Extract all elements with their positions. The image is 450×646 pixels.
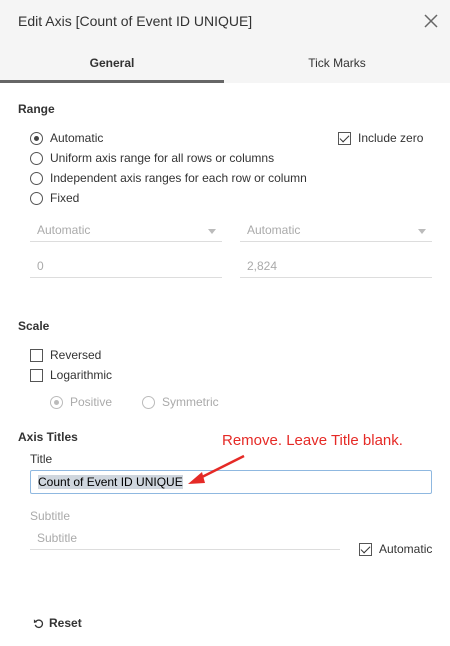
include-zero-label: Include zero: [358, 131, 424, 145]
subtitle-placeholder: Subtitle: [37, 531, 78, 545]
subtitle-automatic-label: Automatic: [379, 542, 433, 556]
range-start-value: 0: [37, 259, 44, 273]
checkbox-icon[interactable]: [338, 131, 351, 145]
range-uniform-label: Uniform axis range for all rows or colum…: [50, 151, 275, 165]
positive-option[interactable]: Positive: [50, 395, 112, 409]
subtitle-label: Subtitle: [30, 509, 71, 523]
range-end-input[interactable]: 2,824: [240, 256, 432, 278]
logarithmic-checkbox[interactable]: Logarithmic: [30, 368, 112, 382]
symmetric-option[interactable]: Symmetric: [142, 395, 219, 409]
dialog-header: Edit Axis [Count of Event ID UNIQUE]: [0, 0, 450, 44]
positive-label: Positive: [70, 395, 113, 409]
radio-icon[interactable]: [30, 191, 43, 205]
axis-titles-heading: Axis Titles: [18, 430, 78, 444]
radio-icon[interactable]: [30, 151, 43, 165]
reset-button[interactable]: Reset: [33, 616, 82, 630]
subtitle-automatic-checkbox[interactable]: Automatic: [359, 542, 432, 556]
range-fixed-option[interactable]: Fixed: [30, 191, 79, 205]
reversed-checkbox[interactable]: Reversed: [30, 348, 101, 362]
radio-icon[interactable]: [142, 395, 155, 409]
range-end-dropdown[interactable]: Automatic: [240, 220, 432, 242]
range-start-dropdown-value: Automatic: [37, 223, 91, 237]
include-zero-checkbox[interactable]: Include zero: [338, 131, 423, 145]
range-start-input[interactable]: 0: [30, 256, 222, 278]
radio-icon[interactable]: [30, 171, 43, 185]
subtitle-input[interactable]: Subtitle: [30, 528, 340, 550]
range-independent-label: Independent axis ranges for each row or …: [50, 171, 307, 185]
tab-general[interactable]: General: [0, 44, 224, 83]
reversed-label: Reversed: [50, 348, 102, 362]
annotation-arrow: [188, 454, 245, 484]
annotation-text: Remove. Leave Title blank.: [222, 432, 403, 449]
dialog-title: Edit Axis [Count of Event ID UNIQUE]: [18, 13, 253, 29]
range-fixed-label: Fixed: [50, 191, 80, 205]
tab-bar: General Tick Marks: [0, 44, 450, 83]
range-end-dropdown-value: Automatic: [247, 223, 301, 237]
chevron-down-icon: [208, 229, 216, 234]
checkbox-icon[interactable]: [30, 368, 43, 382]
reset-icon: [33, 618, 44, 628]
scale-heading: Scale: [18, 319, 50, 333]
title-input-value: Count of Event ID UNIQUE: [38, 475, 183, 489]
reset-label: Reset: [49, 616, 82, 630]
tab-tick-marks[interactable]: Tick Marks: [224, 44, 450, 83]
radio-icon[interactable]: [30, 131, 43, 145]
close-icon[interactable]: [422, 12, 440, 30]
range-end-value: 2,824: [247, 259, 278, 273]
title-label: Title: [30, 452, 53, 466]
chevron-down-icon: [418, 229, 426, 234]
range-independent-option[interactable]: Independent axis ranges for each row or …: [30, 171, 307, 185]
radio-icon[interactable]: [50, 395, 63, 409]
range-automatic-option[interactable]: Automatic: [30, 131, 103, 145]
logarithmic-label: Logarithmic: [50, 368, 113, 382]
range-automatic-label: Automatic: [50, 131, 104, 145]
range-heading: Range: [18, 102, 55, 116]
range-uniform-option[interactable]: Uniform axis range for all rows or colum…: [30, 151, 274, 165]
symmetric-label: Symmetric: [162, 395, 219, 409]
checkbox-icon[interactable]: [359, 542, 372, 556]
checkbox-icon[interactable]: [30, 348, 43, 362]
range-start-dropdown[interactable]: Automatic: [30, 220, 222, 242]
